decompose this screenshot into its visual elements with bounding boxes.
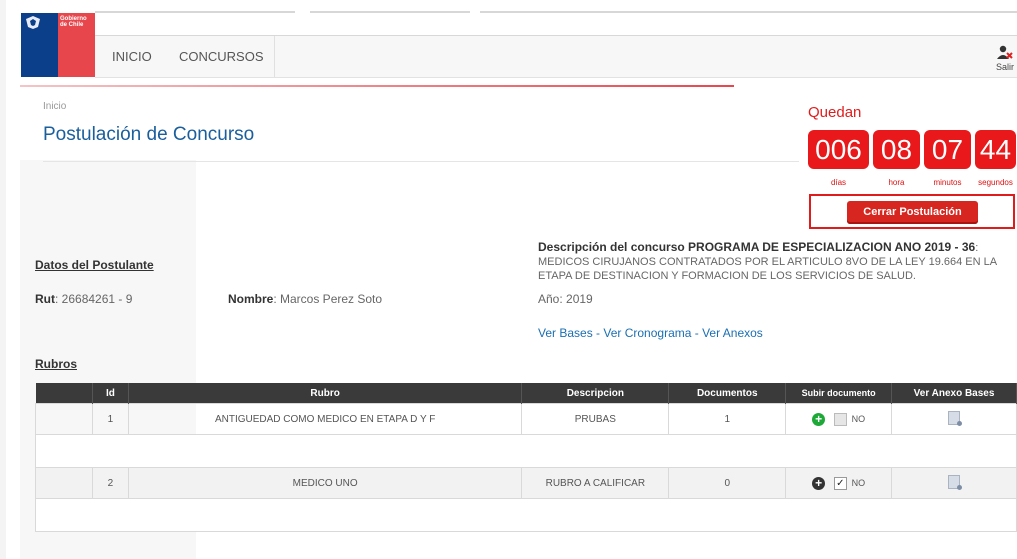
link-bases[interactable]: Ver Bases — [538, 326, 593, 340]
name-value: : Marcos Perez Soto — [273, 292, 383, 306]
countdown-hours: 08 — [873, 130, 920, 169]
countdown-days-label: días — [830, 178, 847, 187]
close-application-button[interactable]: Cerrar Postulación — [847, 201, 978, 224]
logout-button[interactable]: Salir — [992, 45, 1017, 72]
contest-description: Descripción del concurso PROGRAMA DE ESP… — [538, 240, 1014, 283]
table-row-spacer — [35, 498, 1017, 532]
desc-prefix: Descripción del concurso — [538, 240, 689, 254]
logo-line2: de Chile — [60, 22, 84, 28]
contest-year: Año: 2019 — [538, 292, 593, 306]
link-anexos[interactable]: Ver Anexos — [702, 326, 763, 340]
col-subir: Subir documento — [785, 383, 893, 404]
rut-value: : 26684261 - 9 — [55, 292, 133, 306]
row-descripcion: PRUBAS — [521, 403, 670, 435]
row-annex-cell — [891, 467, 1017, 499]
rubros-table: Id Rubro Descripcion Documentos Subir do… — [35, 383, 1017, 532]
table-row-spacer — [35, 434, 1017, 468]
table-row[interactable]: 2 MEDICO UNO RUBRO A CALIFICAR 0 + ✓ NO — [35, 467, 1017, 499]
no-checkbox[interactable]: ✓ — [833, 476, 847, 490]
link-cronograma[interactable]: Ver Cronograma — [603, 326, 691, 340]
col-id: Id — [92, 383, 129, 404]
row-descripcion: RUBRO A CALIFICAR — [521, 467, 670, 499]
applicant-name: Nombre: Marcos Perez Soto — [228, 292, 382, 306]
row-select-cell — [35, 403, 93, 435]
nav-concursos[interactable]: CONCURSOS — [179, 49, 264, 64]
countdown-seconds: 44 — [975, 130, 1016, 169]
check-label: NO — [851, 478, 866, 488]
countdown-seconds-label: segundos — [978, 178, 1013, 187]
col-documentos: Documentos — [668, 383, 787, 404]
title-divider — [43, 161, 799, 162]
nav-divider — [274, 36, 275, 77]
countdown-minutes: 07 — [924, 130, 971, 169]
desc-name: PROGRAMA DE ESPECIALIZACION ANO 2019 - 3… — [688, 240, 976, 254]
row-rubro: MEDICO UNO — [127, 467, 523, 499]
row-id: 2 — [91, 467, 129, 499]
row-upload-cell: + ✓ NO — [785, 467, 893, 499]
breadcrumb[interactable]: Inicio — [43, 101, 66, 112]
header-divider — [20, 85, 734, 87]
upload-plus-icon[interactable]: + — [812, 412, 826, 426]
row-annex-cell — [891, 403, 1017, 435]
row-select-cell — [35, 467, 93, 499]
name-label: Nombre — [228, 292, 274, 306]
countdown-hours-label: hora — [888, 178, 905, 187]
document-icon[interactable] — [948, 474, 963, 490]
upload-plus-icon[interactable]: + — [812, 476, 826, 490]
rut-label: Rut — [35, 292, 55, 306]
no-checkbox[interactable] — [833, 412, 847, 426]
row-rubro: ANTIGUEDAD COMO MEDICO EN ETAPA D Y F — [127, 403, 523, 435]
gobierno-logo[interactable]: Gobierno de Chile — [21, 13, 95, 77]
countdown-heading: Quedan — [808, 104, 862, 121]
applicant-rut: Rut: 26684261 - 9 — [35, 292, 132, 306]
left-edge — [0, 0, 6, 559]
row-upload-cell: + NO — [785, 403, 893, 435]
col-anexo: Ver Anexo Bases — [891, 383, 1017, 404]
browser-top-strip — [0, 0, 1017, 13]
document-icon[interactable] — [948, 410, 963, 426]
user-logout-icon — [997, 45, 1013, 59]
row-id: 1 — [91, 403, 129, 435]
applicant-section-title: Datos del Postulante — [35, 258, 154, 272]
table-row[interactable]: 1 ANTIGUEDAD COMO MEDICO EN ETAPA D Y F … — [35, 403, 1017, 435]
link-separator-2: - — [691, 326, 703, 340]
top-nav: INICIO CONCURSOS Salir — [95, 35, 1017, 78]
check-label: NO — [851, 414, 866, 424]
row-documentos: 0 — [668, 467, 787, 499]
logout-label: Salir — [995, 62, 1014, 72]
countdown-minutes-label: minutos — [933, 178, 962, 187]
coat-of-arms-icon — [26, 16, 40, 29]
contest-links: Ver Bases - Ver Cronograma - Ver Anexos — [538, 326, 763, 340]
col-select — [35, 383, 93, 404]
rubros-section-title: Rubros — [35, 357, 77, 371]
countdown-days: 006 — [808, 130, 869, 169]
page-title: Postulación de Concurso — [43, 124, 255, 145]
nav-inicio[interactable]: INICIO — [112, 49, 152, 64]
col-descripcion: Descripcion — [521, 383, 670, 404]
col-rubro: Rubro — [128, 383, 523, 404]
row-documentos: 1 — [668, 403, 787, 435]
link-separator-1: - — [592, 326, 604, 340]
logo-text: Gobierno de Chile — [60, 16, 87, 28]
table-header-row: Id Rubro Descripcion Documentos Subir do… — [35, 383, 1017, 404]
